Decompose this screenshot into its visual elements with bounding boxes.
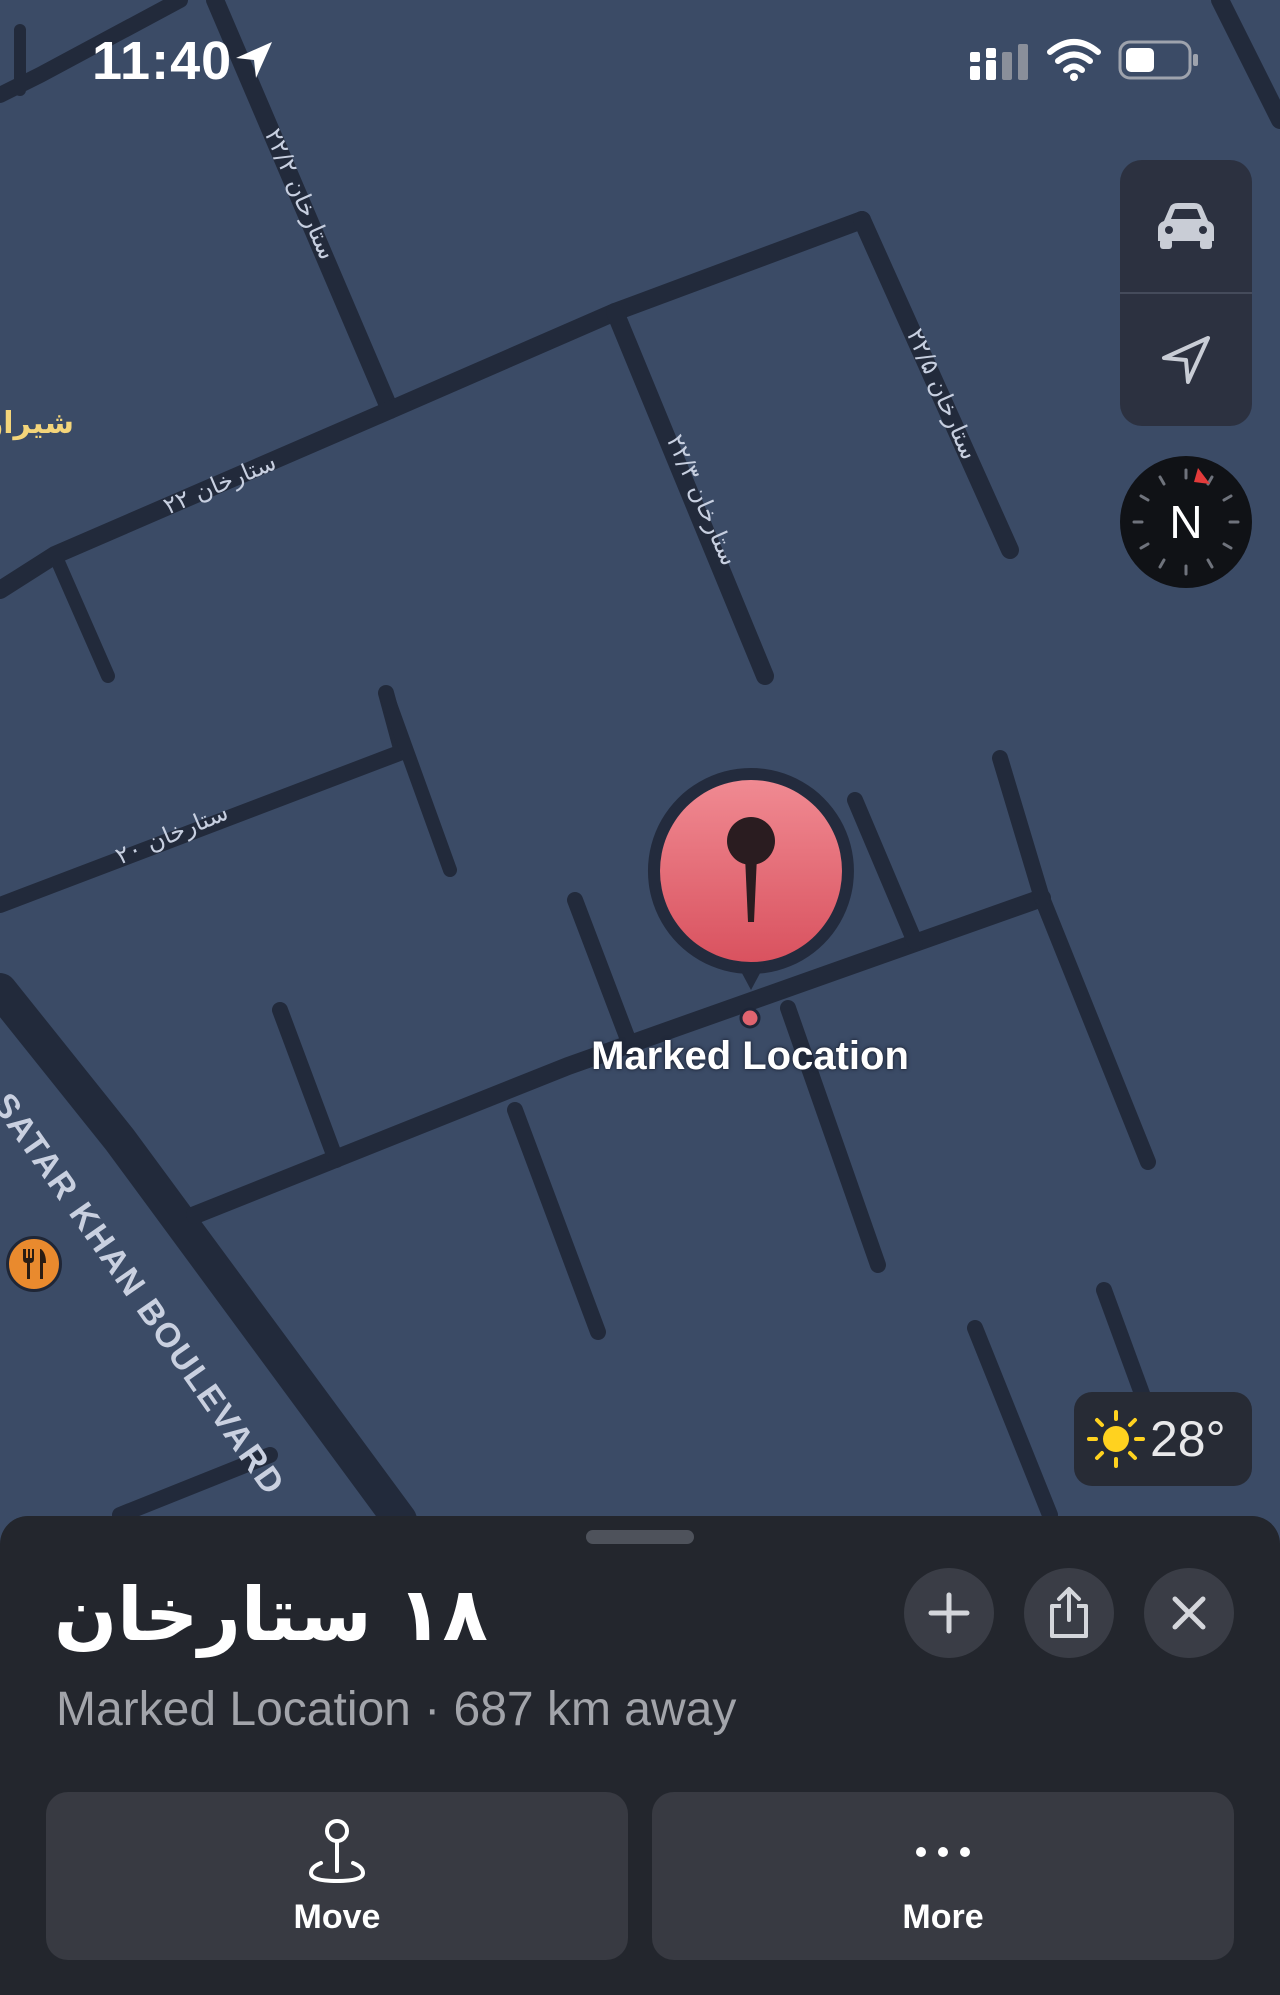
- more-button-label: More: [902, 1898, 984, 1936]
- status-time: 11:40: [92, 31, 233, 91]
- pin-dot: [739, 1007, 761, 1029]
- place-title: ۱۸ ستارخان: [54, 1572, 488, 1658]
- marked-location-label: Marked Location: [591, 1034, 909, 1078]
- current-location-button[interactable]: [1120, 294, 1252, 426]
- location-arrow-icon: [236, 42, 272, 78]
- wifi-icon: [1047, 39, 1101, 81]
- plus-icon: [928, 1592, 970, 1634]
- restaurant-poi[interactable]: [6, 1236, 62, 1292]
- place-subtitle: Marked Location · 687 km away: [56, 1683, 737, 1736]
- location-arrow-outline-icon: [1162, 336, 1210, 384]
- driving-mode-button[interactable]: [1120, 160, 1252, 292]
- weather-temperature: 28°: [1150, 1411, 1226, 1467]
- move-button-label: Move: [293, 1898, 381, 1936]
- cellular-signal-icon: [970, 44, 1028, 80]
- sheet-grabber[interactable]: [586, 1530, 694, 1544]
- close-icon: [1172, 1596, 1206, 1630]
- move-pin-icon-wrap: [46, 1812, 628, 1892]
- sun-icon: [1087, 1410, 1145, 1468]
- fork-knife-icon: [23, 1249, 46, 1279]
- ellipsis-icon-wrap: [652, 1812, 1234, 1892]
- car-icon: [1158, 203, 1214, 249]
- share-button[interactable]: [1024, 1568, 1114, 1658]
- weather-badge[interactable]: 28°: [1074, 1392, 1252, 1486]
- move-pin-icon: [308, 1819, 366, 1884]
- add-button[interactable]: [904, 1568, 994, 1658]
- move-button[interactable]: Move: [46, 1792, 628, 1960]
- close-button[interactable]: [1144, 1568, 1234, 1658]
- more-button[interactable]: More: [652, 1792, 1234, 1960]
- map-controls: [1120, 160, 1252, 426]
- battery-icon: [1118, 40, 1198, 80]
- poi-label[interactable]: شیراز: [0, 406, 74, 441]
- place-card-sheet: ۱۸ ستارخان Marked Location · 687 km away: [0, 1516, 1280, 1995]
- ellipsis-icon: [916, 1847, 970, 1857]
- compass-north-label: N: [1169, 496, 1203, 548]
- compass[interactable]: N: [1120, 456, 1252, 588]
- marked-location-pin[interactable]: [646, 766, 856, 996]
- share-icon: [1050, 1587, 1088, 1638]
